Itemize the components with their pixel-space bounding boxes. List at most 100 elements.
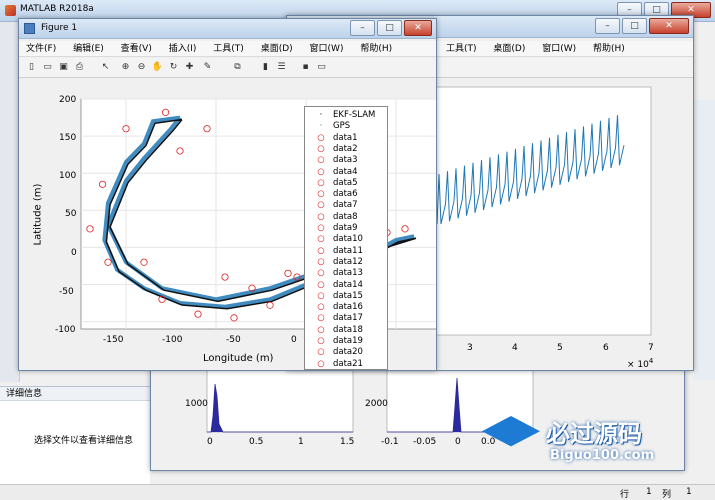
legend-label: data7	[333, 200, 358, 211]
legend-entry: ○ data20	[309, 347, 363, 358]
graduation-cap-icon	[482, 416, 540, 447]
status-col-label: 列	[662, 490, 672, 500]
legend-entry: ○ data14	[309, 280, 363, 291]
legend-icon[interactable]: ☰	[275, 61, 288, 74]
legend-entry: ○ data1	[309, 132, 358, 144]
fig1-toolbar: ▯ ▭ ▣ ⎙ ↖ ⊕ ⊖ ✋ ↻ ✚ ✎ ⧉ ▮ ☰ ▪ ▭	[19, 58, 436, 78]
legend-label: data20	[333, 347, 363, 358]
status-bar: 行 1 列 1	[0, 484, 715, 500]
hist-right-xtick-0: -0.1	[381, 437, 399, 447]
matlab-logo-icon	[5, 5, 16, 16]
legend-symbol: ○	[317, 143, 325, 154]
legend-label: data8	[333, 211, 358, 222]
hist-left-xtick-2: 1	[298, 437, 304, 447]
legend-label: data16	[333, 302, 363, 313]
fig2-menu-desktop[interactable]: 桌面(D)	[486, 41, 532, 57]
legend-symbol: ○	[317, 358, 325, 369]
matlab-title: MATLAB R2018a	[20, 4, 94, 14]
dock-icon[interactable]: ▭	[315, 61, 328, 74]
legend-label: data18	[333, 324, 363, 335]
legend-symbol: ○	[317, 290, 325, 301]
y-tick-label: 50	[65, 209, 77, 219]
legend-label: data14	[333, 279, 363, 290]
legend-entry: ○ data18	[309, 325, 363, 336]
legend-label: data1	[333, 132, 358, 143]
pan-icon[interactable]: ✋	[151, 61, 164, 74]
fig2-maximize-button[interactable]: □	[622, 18, 647, 34]
fig1-menu-insert[interactable]: 插入(I)	[162, 41, 204, 57]
y-tick-label: -50	[59, 287, 74, 297]
y-tick-label: 0	[71, 248, 77, 258]
fig1-menu-tools[interactable]: 工具(T)	[206, 41, 251, 57]
watermark-sub: Biguo100.com	[550, 448, 655, 463]
legend-entry: ○ data5	[309, 177, 358, 189]
fig2-close-button[interactable]: ✕	[649, 18, 689, 34]
legend-symbol: ○	[317, 347, 325, 358]
legend-entry: ○ data3	[309, 155, 358, 166]
link-icon[interactable]: ⧉	[231, 61, 244, 74]
legend-label: data3	[333, 155, 358, 166]
legend-symbol: ○	[317, 302, 325, 313]
legend-symbol: ○	[317, 268, 325, 279]
y-tick-label: 200	[59, 95, 77, 105]
new-figure-icon[interactable]: ▯	[25, 61, 38, 74]
legend-entry: ○ data8	[309, 211, 358, 223]
legend-symbol: ·	[319, 121, 323, 132]
fig2-xtick-0: 3	[467, 343, 473, 353]
open-icon[interactable]: ▭	[41, 61, 54, 74]
legend-entry: ○ data15	[309, 291, 363, 302]
pointer-icon[interactable]: ↖	[99, 61, 112, 74]
fig2-x-exponent-power: 4	[648, 357, 654, 365]
legend-label: data5	[333, 177, 358, 188]
fig2-menu-window[interactable]: 窗口(W)	[535, 41, 583, 57]
legend-label: data17	[333, 313, 363, 324]
brush-icon[interactable]: ✎	[201, 61, 214, 74]
print-icon[interactable]: ⎙	[73, 61, 86, 74]
zoom-in-icon[interactable]: ⊕	[119, 61, 132, 74]
legend-symbol: ○	[317, 211, 325, 222]
figure-1-window[interactable]: Figure 1 – □ ✕ 文件(F) 编辑(E) 查看(V) 插入(I) 工…	[18, 18, 437, 371]
legend-entry: ○ data19	[309, 336, 363, 347]
right-strip	[694, 100, 715, 380]
fig1-close-button[interactable]: ✕	[404, 20, 432, 36]
fig1-minimize-button[interactable]: –	[350, 20, 375, 36]
legend-symbol: ○	[317, 279, 325, 290]
legend-entry: ○ data12	[309, 257, 363, 268]
details-text: 选择文件以查看详细信息	[34, 436, 134, 446]
figure-1-title: Figure 1	[41, 23, 78, 33]
fig1-menu-window[interactable]: 窗口(W)	[303, 41, 351, 57]
y-tick-label: 150	[59, 133, 77, 143]
legend-symbol: ○	[317, 177, 325, 188]
status-row-label: 行	[620, 490, 630, 500]
legend[interactable]: · EKF-SLAM · GPS ○ data1 ○ data2 ○ data3 ○ data4 ○ da…	[304, 106, 388, 370]
fig2-menu-tools[interactable]: 工具(T)	[439, 41, 484, 57]
colorbar-icon[interactable]: ▮	[259, 61, 272, 74]
fig2-menu-help[interactable]: 帮助(H)	[586, 41, 632, 57]
fig1-menu-bar: 文件(F) 编辑(E) 查看(V) 插入(I) 工具(T) 桌面(D) 窗口(W…	[19, 41, 436, 57]
zoom-out-icon[interactable]: ⊖	[135, 61, 148, 74]
fig1-menu-help[interactable]: 帮助(H)	[353, 41, 399, 57]
hide-tools-icon[interactable]: ▪	[299, 61, 312, 74]
data-cursor-icon[interactable]: ✚	[183, 61, 196, 74]
rotate-icon[interactable]: ↻	[167, 61, 180, 74]
hist-right-xtick-2: 0	[455, 437, 461, 447]
legend-entry: · EKF-SLAM	[309, 110, 376, 121]
legend-entry: ○ data21	[309, 358, 363, 369]
legend-label: data9	[333, 223, 358, 233]
left-strip	[0, 22, 20, 382]
fig1-menu-file[interactable]: 文件(F)	[19, 41, 63, 57]
legend-symbol: ○	[317, 313, 325, 324]
legend-symbol: ○	[317, 256, 325, 267]
fig1-menu-edit[interactable]: 编辑(E)	[66, 41, 111, 57]
legend-label: data21	[333, 358, 363, 369]
save-icon[interactable]: ▣	[57, 61, 70, 74]
fig1-menu-view[interactable]: 查看(V)	[114, 41, 159, 57]
legend-symbol: ○	[317, 155, 325, 166]
fig2-minimize-button[interactable]: –	[595, 18, 620, 34]
fig1-maximize-button[interactable]: □	[377, 20, 402, 36]
legend-symbol: ○	[317, 132, 325, 143]
fig2-xtick-2: 5	[557, 343, 563, 353]
legend-label: GPS	[333, 121, 351, 132]
y-tick-label: -100	[55, 325, 76, 335]
fig1-menu-desktop[interactable]: 桌面(D)	[254, 41, 300, 57]
